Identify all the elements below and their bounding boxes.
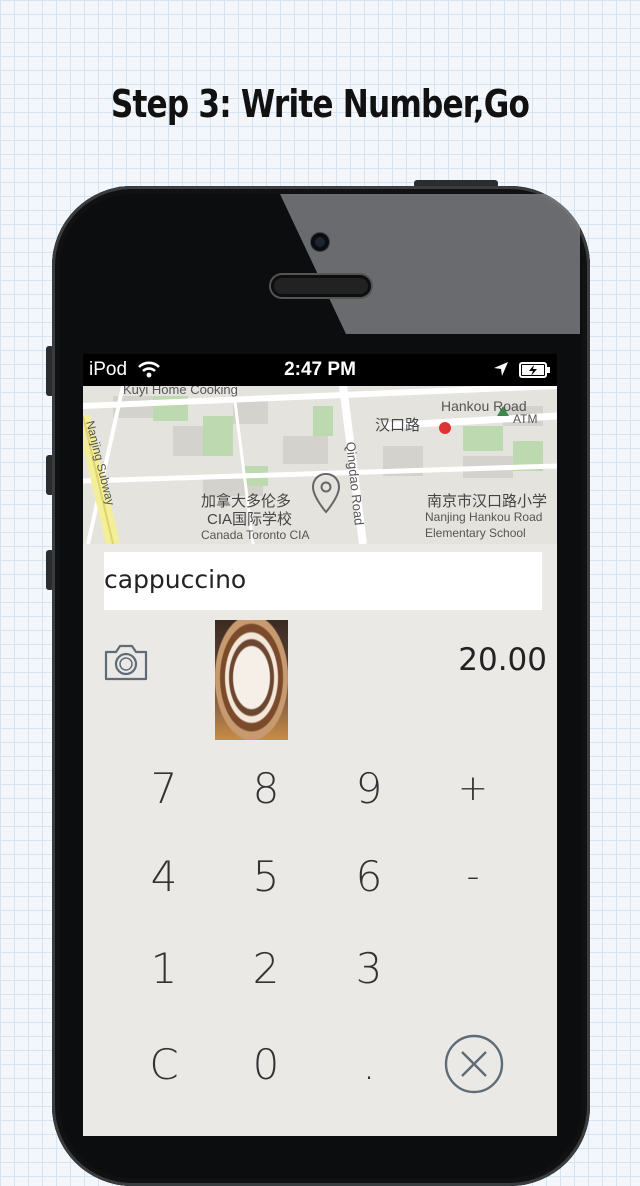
key-plus[interactable]: + bbox=[423, 749, 523, 829]
key-8[interactable]: 8 bbox=[216, 749, 316, 829]
front-camera bbox=[311, 233, 329, 251]
status-time: 2:47 PM bbox=[284, 359, 356, 380]
key-decimal[interactable]: . bbox=[319, 1025, 419, 1105]
map-label-cia-cn-2: CIA国际学校 bbox=[207, 511, 293, 528]
map-label-cia-en: Canada Toronto CIA bbox=[201, 528, 310, 542]
clear-circle-x-icon[interactable] bbox=[443, 1033, 505, 1100]
location-arrow-icon bbox=[493, 361, 509, 383]
key-9[interactable]: 9 bbox=[319, 749, 419, 829]
key-5[interactable]: 5 bbox=[216, 837, 316, 917]
map-label-restaurant: Kuyi Home Cooking bbox=[123, 386, 238, 397]
key-1[interactable]: 1 bbox=[114, 929, 214, 1009]
item-name-value: cappuccino bbox=[104, 565, 247, 594]
status-bar: iPod 2:47 PM bbox=[83, 354, 557, 386]
amount-display: 20.00 bbox=[458, 642, 547, 678]
camera-icon[interactable] bbox=[103, 642, 149, 682]
map-view[interactable]: Kuyi Home Cooking Hankou Road 汉口路 ATM Qi… bbox=[83, 386, 557, 544]
key-4[interactable]: 4 bbox=[114, 837, 214, 917]
item-photo[interactable] bbox=[215, 620, 288, 740]
key-0[interactable]: 0 bbox=[216, 1025, 316, 1105]
map-label-hankou-road-cn: 汉口路 bbox=[375, 417, 421, 434]
key-7[interactable]: 7 bbox=[114, 749, 214, 829]
headline: Step 3: Write Number,Go bbox=[110, 82, 530, 126]
key-2[interactable]: 2 bbox=[216, 929, 316, 1009]
app-screen: iPod 2:47 PM Kuyi Home Cooking Hankou Ro… bbox=[83, 354, 557, 1136]
key-3[interactable]: 3 bbox=[319, 929, 419, 1009]
key-minus[interactable]: - bbox=[423, 837, 523, 917]
keypad: 7 8 9 + 4 5 6 - 1 2 3 C 0 . bbox=[83, 749, 557, 1136]
map-label-atm: ATM bbox=[513, 412, 538, 426]
phone-glare bbox=[280, 194, 580, 334]
item-name-field[interactable]: cappuccino bbox=[104, 552, 542, 610]
map-label-school-cn: 南京市汉口路小学 bbox=[427, 493, 548, 510]
earpiece-speaker bbox=[271, 275, 371, 297]
map-label-school-en-1: Nanjing Hankou Road bbox=[425, 510, 543, 524]
battery-icon bbox=[519, 362, 551, 384]
map-label-school-en-2: Elementary School bbox=[425, 526, 526, 540]
key-clear[interactable]: C bbox=[114, 1025, 214, 1105]
key-6[interactable]: 6 bbox=[319, 837, 419, 917]
